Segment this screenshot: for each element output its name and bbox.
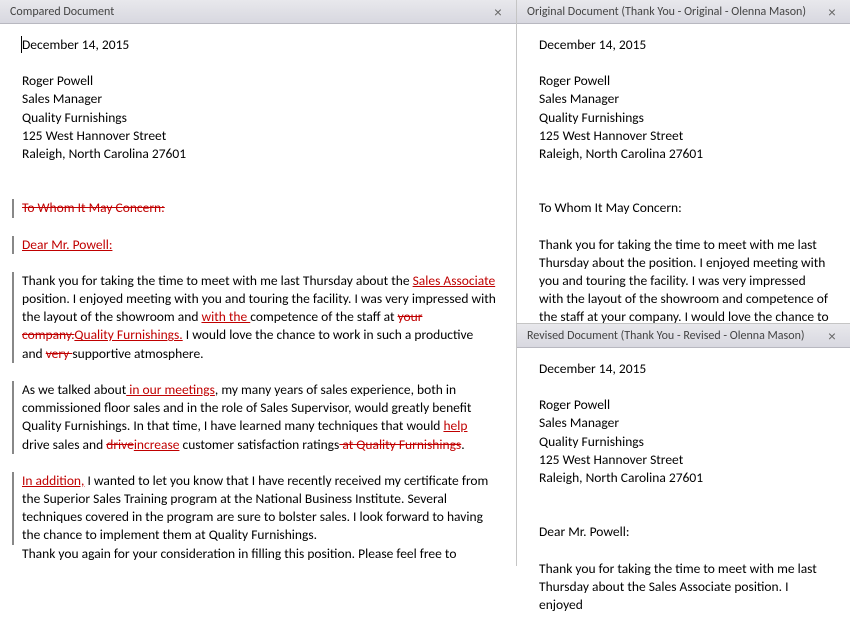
- greeting-line: To Whom It May Concern:: [539, 199, 832, 217]
- deleted-text: very: [46, 345, 73, 362]
- original-pane-header: Original Document (Thank You - Original …: [517, 0, 850, 24]
- addr-line: Quality Furnishings: [539, 109, 832, 127]
- greeting-line: Dear Mr. Powell:: [539, 523, 832, 541]
- original-pane-title: Original Document (Thank You - Original …: [527, 5, 806, 19]
- date-line: December 14, 2015: [22, 36, 496, 54]
- revised-pane-header: Revised Document (Thank You - Revised - …: [517, 324, 850, 348]
- body-text: drive sales and: [22, 436, 106, 453]
- tracked-change-block: To Whom It May Concern:: [12, 199, 496, 217]
- body-text: competence of the staff at: [250, 308, 397, 325]
- date-line: December 14, 2015: [539, 36, 832, 54]
- deleted-text: at Quality Furnishings: [339, 436, 461, 453]
- addr-line: Roger Powell: [539, 72, 832, 90]
- inserted-text: in our meetings: [126, 381, 215, 398]
- addr-line: Raleigh, North Carolina 27601: [22, 145, 496, 163]
- body-text: .: [461, 436, 464, 453]
- addr-line: Sales Manager: [539, 90, 832, 108]
- body-paragraph: Thank you again for your consideration i…: [22, 545, 496, 566]
- inserted-text: Quality Furnishings.: [74, 326, 182, 343]
- addr-line: 125 West Hannover Street: [539, 127, 832, 145]
- addr-line: Sales Manager: [539, 414, 832, 432]
- tracked-change-block: Thank you for taking the time to meet wi…: [12, 272, 496, 363]
- addr-line: Roger Powell: [22, 72, 496, 90]
- compared-document-pane: Compared Document × December 14, 2015 Ro…: [0, 0, 517, 566]
- tracked-change-block: Dear Mr. Powell:: [12, 236, 496, 254]
- close-icon[interactable]: ×: [824, 4, 840, 20]
- compared-doc-content[interactable]: December 14, 2015 Roger Powell Sales Man…: [0, 24, 516, 566]
- body-paragraph: As we talked about in our meetings, my m…: [22, 381, 496, 454]
- body-paragraph: Thank you for taking the time to meet wi…: [22, 272, 496, 363]
- inserted-text: Dear Mr. Powell:: [22, 236, 112, 253]
- addr-line: Roger Powell: [539, 396, 832, 414]
- inserted-text: Sales Associate: [413, 272, 496, 289]
- addr-line: Raleigh, North Carolina 27601: [539, 469, 832, 487]
- addr-line: Quality Furnishings: [22, 109, 496, 127]
- inserted-text: increase: [134, 436, 180, 453]
- revised-document-pane: Revised Document (Thank You - Revised - …: [517, 324, 850, 626]
- deleted-text: drive: [106, 436, 134, 453]
- addr-line: Raleigh, North Carolina 27601: [539, 145, 832, 163]
- close-icon[interactable]: ×: [824, 328, 840, 344]
- addr-line: Quality Furnishings: [539, 433, 832, 451]
- body-text: I wanted to let you know that I have rec…: [22, 472, 488, 544]
- right-side-panes: Original Document (Thank You - Original …: [517, 0, 850, 566]
- original-doc-content[interactable]: December 14, 2015 Roger Powell Sales Man…: [517, 24, 850, 323]
- compared-pane-header: Compared Document ×: [0, 0, 516, 24]
- tracked-change-block: In addition, I wanted to let you know th…: [12, 472, 496, 545]
- inserted-text: help: [443, 417, 467, 434]
- revised-pane-title: Revised Document (Thank You - Revised - …: [527, 329, 805, 343]
- addr-line: 125 West Hannover Street: [539, 451, 832, 469]
- body-paragraph: Thank you for taking the time to meet wi…: [539, 560, 832, 615]
- inserted-text: with the: [201, 308, 250, 325]
- body-paragraph: In addition, I wanted to let you know th…: [22, 472, 496, 545]
- date-text: December 14, 2015: [22, 36, 129, 53]
- tracked-change-block: As we talked about in our meetings, my m…: [12, 381, 496, 454]
- date-line: December 14, 2015: [539, 360, 832, 378]
- inserted-text: In addition,: [22, 472, 84, 489]
- addr-line: Sales Manager: [22, 90, 496, 108]
- compared-pane-title: Compared Document: [10, 5, 114, 19]
- body-text: As we talked about: [22, 381, 126, 398]
- deleted-text: To Whom It May Concern:: [22, 199, 165, 216]
- addr-line: 125 West Hannover Street: [22, 127, 496, 145]
- body-text: Thank you for taking the time to meet wi…: [22, 272, 413, 289]
- body-text: customer satisfaction ratings: [179, 436, 339, 453]
- body-paragraph: Thank you for taking the time to meet wi…: [539, 236, 832, 323]
- revised-doc-content[interactable]: December 14, 2015 Roger Powell Sales Man…: [517, 348, 850, 626]
- original-document-pane: Original Document (Thank You - Original …: [517, 0, 850, 324]
- close-icon[interactable]: ×: [490, 4, 506, 20]
- body-text: supportive atmosphere.: [72, 345, 203, 362]
